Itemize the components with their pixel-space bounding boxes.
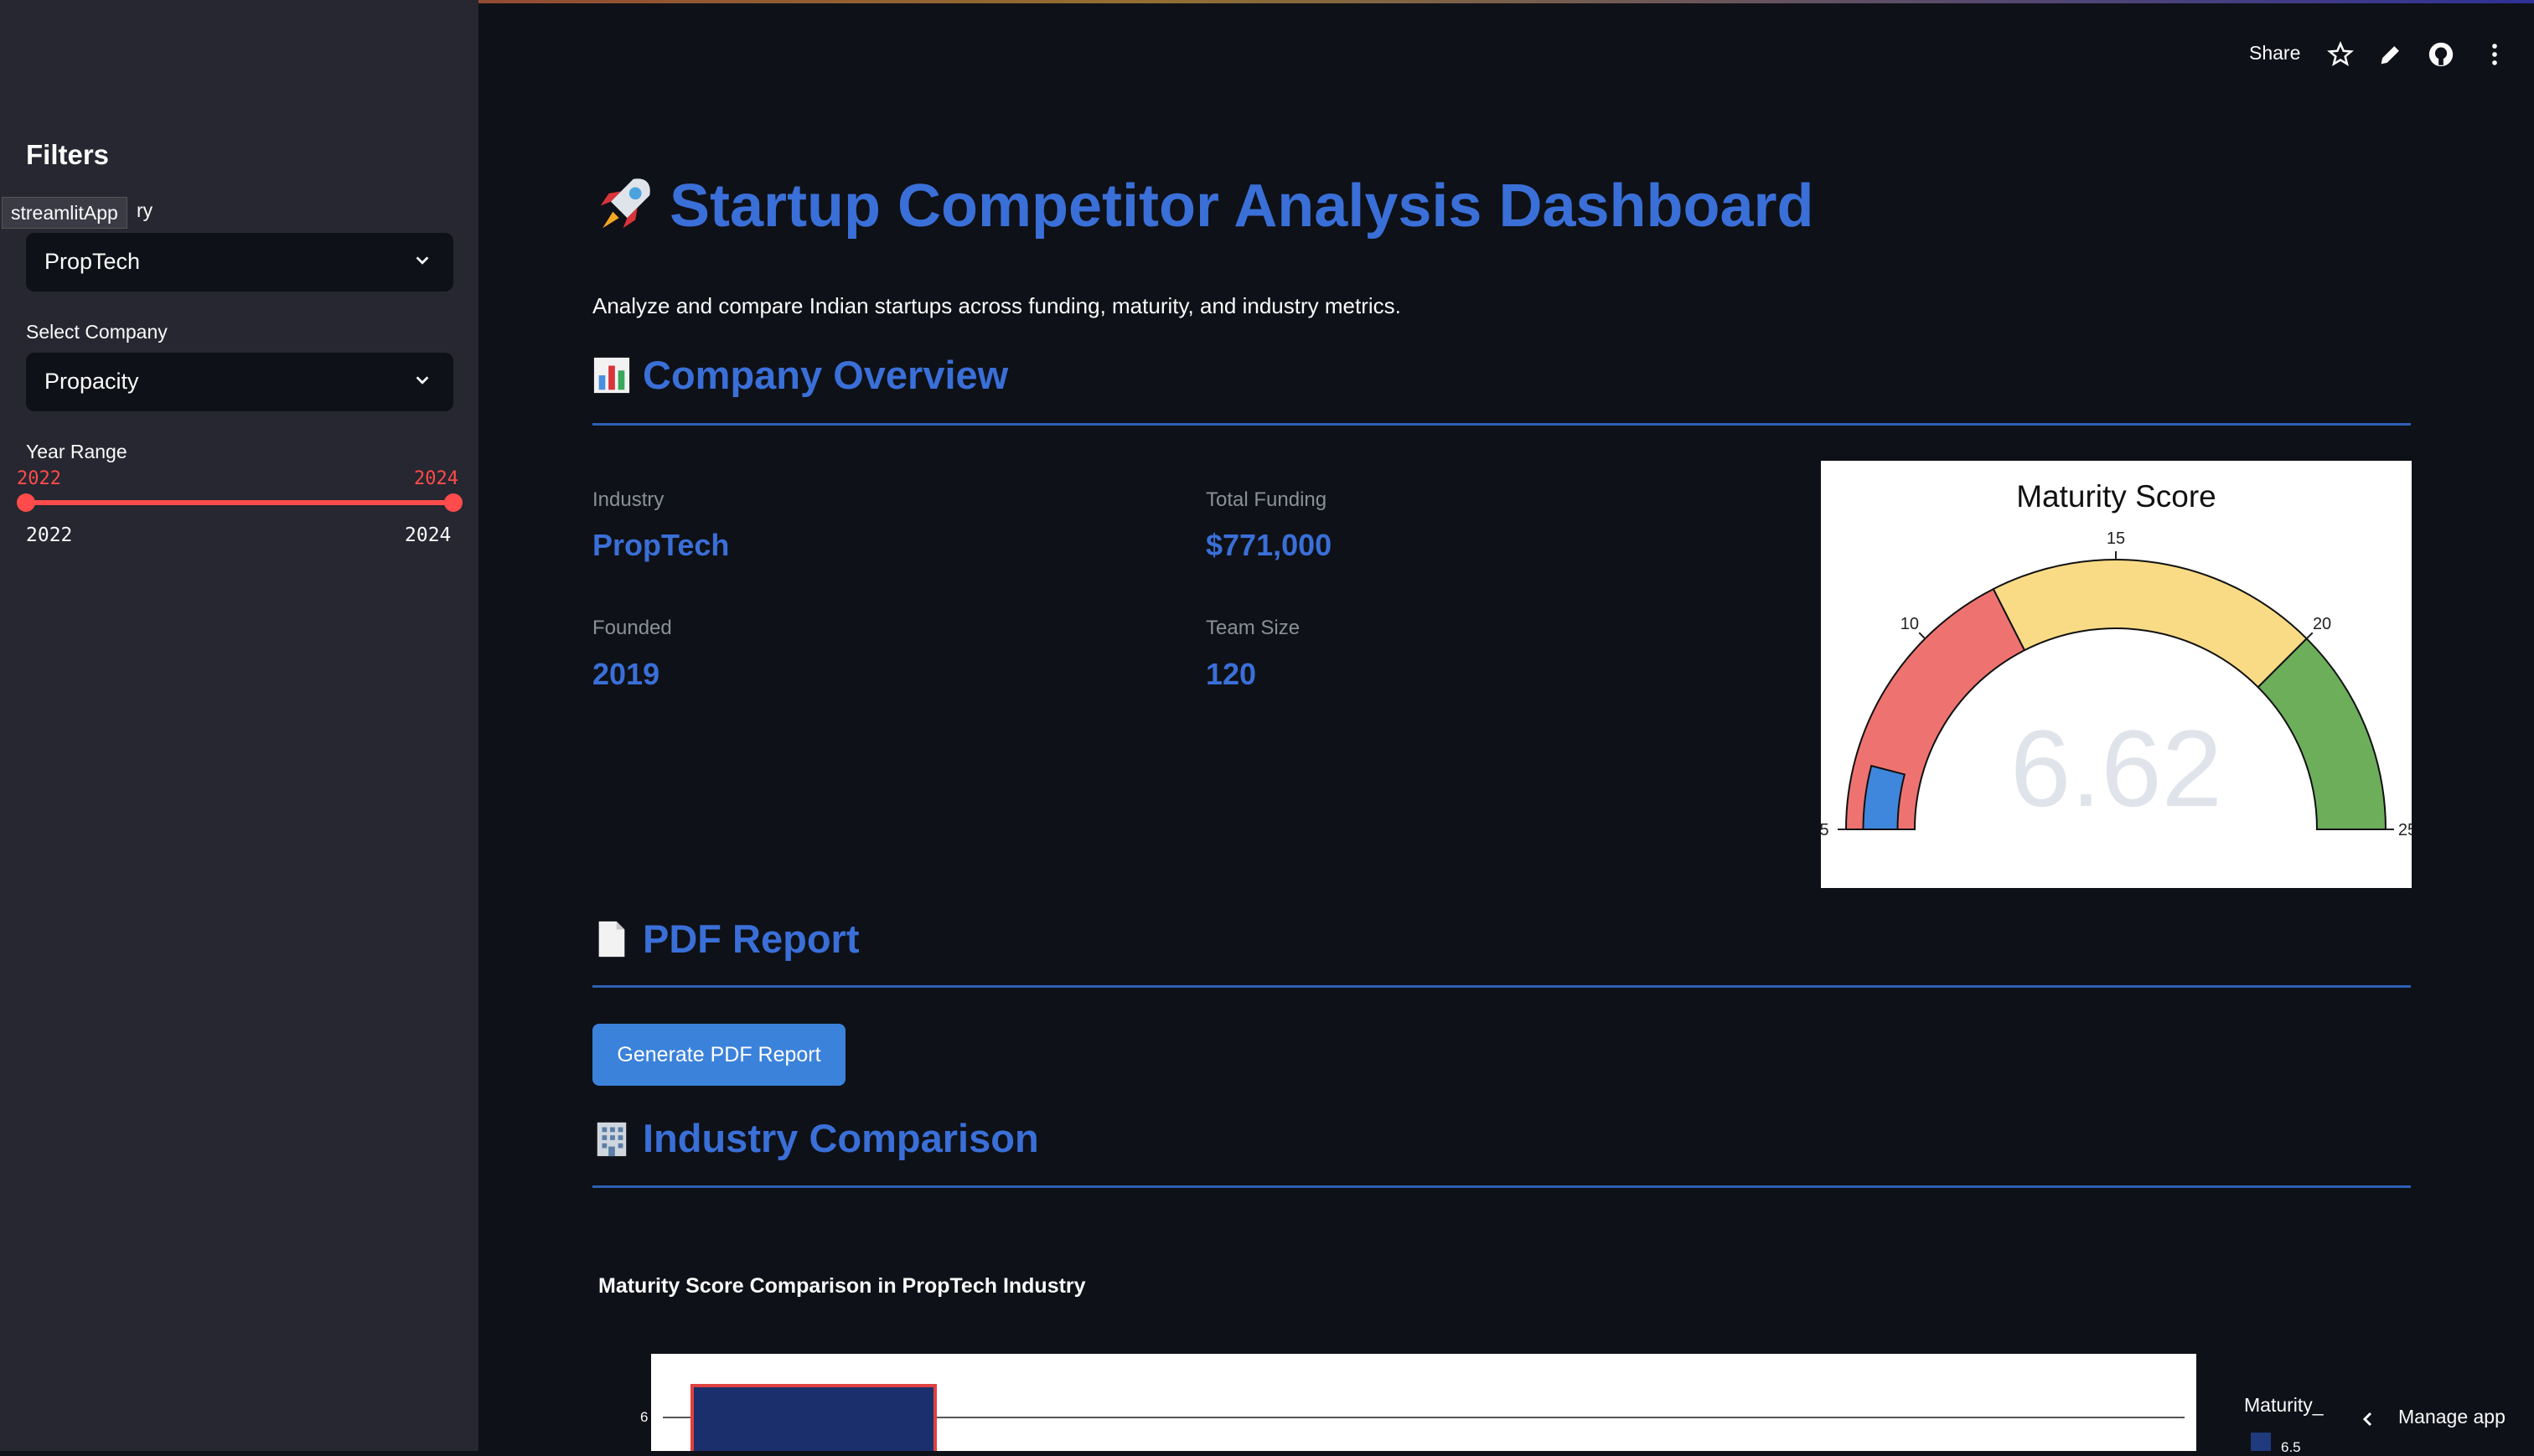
gauge-tick-mark: [1918, 632, 1926, 640]
company-overview-heading-text: Company Overview: [643, 353, 1009, 397]
chart-legend-item: 6.5: [2281, 1439, 2301, 1455]
company-overview-heading: Company Overview: [592, 352, 1008, 398]
page-title-text: Startup Competitor Analysis Dashboard: [670, 173, 1814, 240]
section-divider: [592, 985, 2411, 988]
sidebar: Filters streamlitApp ry PropTech Select …: [0, 0, 478, 1451]
manage-app-button[interactable]: Manage app: [2346, 1404, 2534, 1434]
gauge-tick-label: 20: [2313, 615, 2331, 633]
industry-comparison-heading: Industry Comparison: [592, 1115, 1039, 1161]
industry-select-value: PropTech: [44, 249, 141, 274]
year-range-max-thumb[interactable]: [444, 493, 463, 512]
industry-select[interactable]: PropTech: [26, 233, 453, 292]
chevron-down-icon: [416, 376, 429, 385]
chevron-down-icon: [416, 256, 429, 265]
chart-legend-title: Maturity_: [2244, 1394, 2324, 1416]
company-select[interactable]: Propacity: [26, 353, 453, 411]
funding-metric-label: Total Funding: [1206, 488, 1327, 511]
industry-comparison-heading-text: Industry Comparison: [643, 1116, 1039, 1160]
bar-chart-icon: [593, 357, 630, 394]
year-range-track[interactable]: [26, 500, 453, 505]
page-title: Startup Competitor Analysis Dashboard: [592, 171, 1814, 240]
year-range-max-value: 2024: [414, 468, 458, 489]
company-select-label: Select Company: [26, 321, 168, 343]
github-icon[interactable]: [2427, 40, 2455, 69]
pdf-report-heading: PDF Report: [592, 916, 860, 962]
section-divider: [592, 1185, 2411, 1188]
manage-app-label: Manage app: [2398, 1406, 2506, 1428]
chart-bar[interactable]: [690, 1384, 937, 1451]
app-tooltip: streamlitApp: [2, 197, 127, 229]
office-building-icon: [597, 1122, 627, 1157]
industry-metric-label: Industry: [592, 488, 665, 511]
industry-select-label: ry: [137, 199, 153, 221]
section-divider: [592, 423, 2411, 426]
year-range-label: Year Range: [26, 441, 127, 462]
rocket-icon: [600, 178, 650, 229]
chevron-left-icon: [2362, 1412, 2372, 1427]
year-range-min-value: 2022: [17, 468, 61, 489]
founded-metric-label: Founded: [592, 617, 672, 639]
generate-pdf-button[interactable]: Generate PDF Report: [592, 1024, 846, 1086]
share-button[interactable]: Share: [2249, 42, 2300, 65]
chart-legend-swatch: [2251, 1433, 2271, 1451]
year-range-max-tick: 2024: [405, 524, 452, 546]
more-menu-icon[interactable]: [2480, 40, 2509, 69]
team-size-metric-label: Team Size: [1206, 617, 1301, 639]
page-subtitle: Analyze and compare Indian startups acro…: [592, 293, 1401, 318]
document-icon: [598, 921, 625, 958]
year-range-min-thumb[interactable]: [17, 493, 35, 512]
maturity-gauge: Maturity Score 510152025 6.62: [1821, 461, 2412, 888]
gauge-tick-label: 10: [1900, 615, 1919, 633]
comparison-chart-title: Maturity Score Comparison in PropTech In…: [598, 1274, 1086, 1298]
company-select-value: Propacity: [44, 369, 139, 394]
sidebar-title: Filters: [26, 139, 110, 170]
year-range-min-tick: 2022: [26, 524, 73, 546]
funding-metric-value: $771,000: [1206, 528, 1332, 562]
team-size-metric-value: 120: [1206, 657, 1257, 691]
founded-metric-value: 2019: [592, 657, 660, 691]
comparison-chart-area: [651, 1354, 2196, 1451]
header-toolbar: Share: [2249, 39, 2534, 72]
industry-metric-value: PropTech: [592, 528, 730, 562]
gauge-band-mid: [1992, 559, 2309, 689]
gauge-value: 6.62: [2009, 707, 2223, 829]
chart-y-tick: 6: [640, 1409, 649, 1425]
gauge-tick-label: 15: [2107, 529, 2125, 548]
pdf-report-heading-text: PDF Report: [643, 916, 860, 961]
gauge-tick-mark: [2305, 632, 2314, 640]
star-icon[interactable]: [2326, 40, 2355, 69]
edit-pencil-icon[interactable]: [2376, 40, 2405, 69]
